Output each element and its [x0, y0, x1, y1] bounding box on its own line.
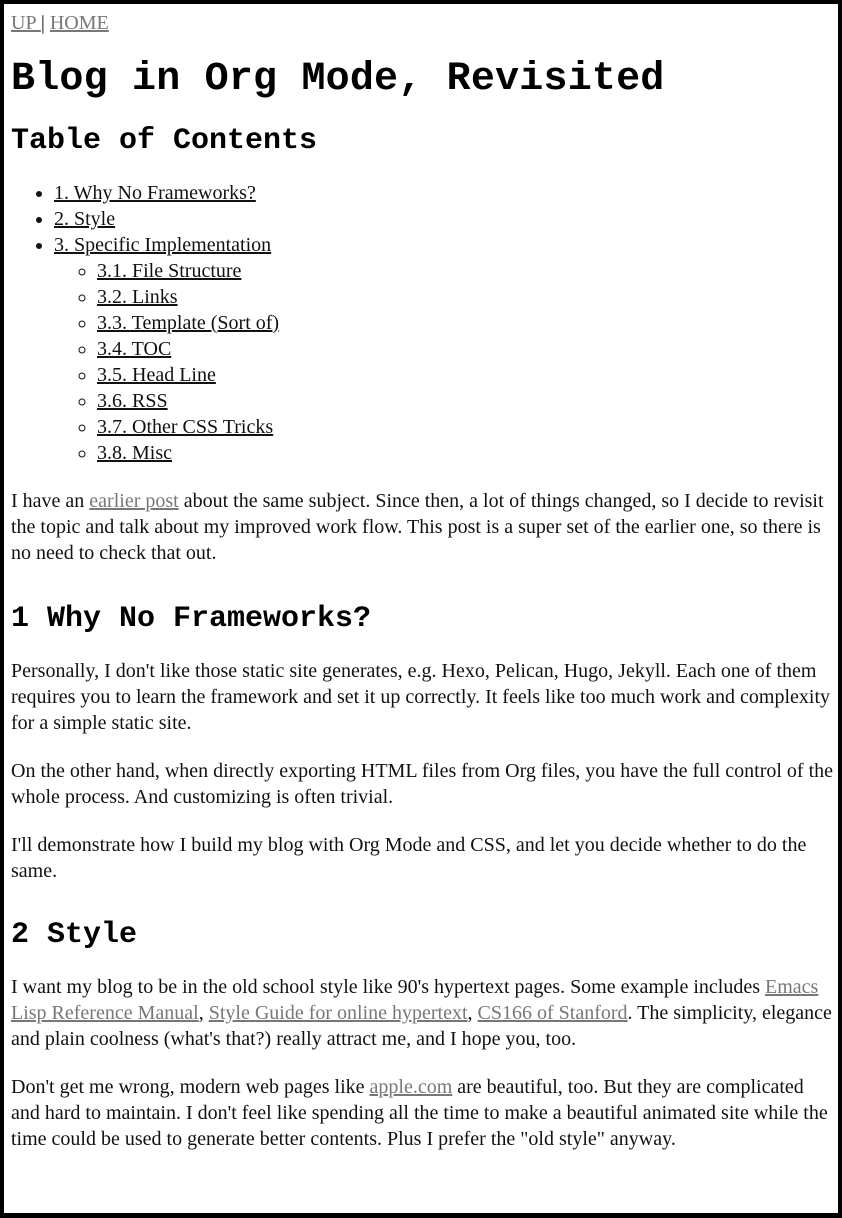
toc-heading: Table of Contents [11, 124, 318, 158]
intro-paragraph: I have an earlier post about the same su… [11, 488, 833, 566]
toc-subitem: 3.6. RSS [97, 388, 833, 414]
toc-link-template[interactable]: 3.3. Template (Sort of) [97, 312, 279, 334]
toc-item: 3. Specific Implementation 3.1. File Str… [54, 232, 833, 466]
toc-item: 2. Style [54, 206, 833, 232]
paragraph: I'll demonstrate how I build my blog wit… [11, 834, 807, 882]
style-guide-link[interactable]: Style Guide for online hypertext [209, 1002, 468, 1024]
toc-link-other-css-tricks[interactable]: 3.7. Other CSS Tricks [97, 416, 273, 438]
style-paragraph-2: Don't get me wrong, modern web pages lik… [11, 1074, 833, 1152]
toc-subitem: 3.7. Other CSS Tricks [97, 414, 833, 440]
text: , [198, 1002, 209, 1024]
toc-link-misc[interactable]: 3.8. Misc [97, 442, 172, 464]
earlier-post-link[interactable]: earlier post [89, 490, 178, 512]
toc-link-links[interactable]: 3.2. Links [97, 286, 178, 308]
toc-link-style[interactable]: 2. Style [54, 208, 115, 230]
table-of-contents: 1. Why No Frameworks? 2. Style 3. Specif… [11, 180, 833, 466]
toc-link-head-line[interactable]: 3.5. Head Line [97, 364, 216, 386]
toc-link-file-structure[interactable]: 3.1. File Structure [97, 260, 241, 282]
toc-link-rss[interactable]: 3.6. RSS [97, 390, 168, 412]
page-title: Blog in Org Mode, Revisited [11, 57, 665, 102]
paragraph: Personally, I don't like those static si… [11, 660, 830, 734]
toc-subitem: 3.1. File Structure [97, 258, 833, 284]
toc-subitem: 3.8. Misc [97, 440, 833, 466]
toc-subitem: 3.5. Head Line [97, 362, 833, 388]
toc-subitem: 3.4. TOC [97, 336, 833, 362]
toc-subsection-list: 3.1. File Structure 3.2. Links 3.3. Temp… [54, 258, 833, 466]
page-frame: UP | HOME Blog in Org Mode, Revisited Ta… [0, 0, 842, 1218]
intro-text-before: I have an [11, 490, 90, 512]
article: UP | HOME Blog in Org Mode, Revisited Ta… [11, 4, 833, 1152]
top-nav: UP | HOME [11, 10, 833, 36]
toc-subitem: 3.2. Links [97, 284, 833, 310]
text: I want my blog to be in the old school s… [11, 976, 766, 998]
paragraph: On the other hand, when directly exporti… [11, 760, 834, 808]
section-heading-why-no-frameworks: 1 Why No Frameworks? [11, 602, 372, 636]
nav-separator: | [40, 12, 50, 34]
text: , [467, 1002, 478, 1024]
apple-link[interactable]: apple.com [370, 1076, 453, 1098]
toc-subitem: 3.3. Template (Sort of) [97, 310, 833, 336]
text: Don't get me wrong, modern web pages lik… [11, 1076, 370, 1098]
cs166-link[interactable]: CS166 of Stanford [478, 1002, 628, 1024]
toc-link-specific-implementation[interactable]: 3. Specific Implementation [54, 234, 271, 256]
style-paragraph-1: I want my blog to be in the old school s… [11, 974, 833, 1052]
home-link[interactable]: HOME [50, 12, 109, 34]
up-link[interactable]: UP [11, 12, 41, 34]
toc-item: 1. Why No Frameworks? [54, 180, 833, 206]
section-heading-style: 2 Style [11, 918, 138, 952]
toc-link-why-no-frameworks[interactable]: 1. Why No Frameworks? [54, 182, 256, 204]
toc-link-toc[interactable]: 3.4. TOC [97, 338, 171, 360]
